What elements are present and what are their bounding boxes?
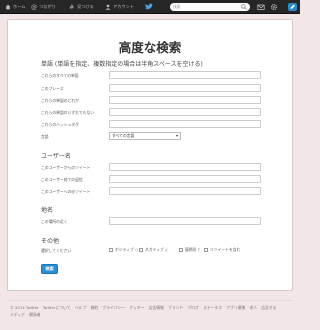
page-title: 高度な検索: [118, 40, 182, 55]
nav-home[interactable]: ホーム: [5, 0, 25, 14]
nav-account[interactable]: アカウント: [105, 0, 134, 14]
section-title-other: その他: [41, 238, 60, 245]
footer-link[interactable]: プライバシー: [102, 305, 125, 310]
positive-checkbox[interactable]: [109, 248, 113, 252]
near-place-input[interactable]: [109, 217, 261, 225]
footer-link[interactable]: 広告する: [261, 305, 276, 310]
option-positive-label: ポジティブ :): [115, 247, 138, 252]
option-negative-label: ネガティブ :(: [145, 247, 168, 252]
footer-link[interactable]: 広告情報: [149, 305, 164, 310]
home-icon: [5, 4, 11, 10]
mention-user-input[interactable]: [109, 187, 261, 195]
section-title-users: ユーザー名: [41, 153, 71, 160]
label-all-words: これらのすべての単語: [41, 73, 79, 78]
footer-link[interactable]: 開発者: [29, 312, 40, 317]
footer-link[interactable]: クッキー: [129, 305, 144, 310]
label-to-user: このユーザー宛ての返信: [41, 177, 83, 182]
label-mention-user: このユーザーへの@ツイート: [41, 189, 91, 194]
retweets-checkbox[interactable]: [204, 248, 208, 252]
option-question-label: 疑問形 ?: [185, 247, 200, 252]
svg-text:@: @: [31, 4, 37, 10]
footer-link[interactable]: メディア: [10, 312, 25, 317]
label-none-words: これらの単語のいずれでもない: [41, 110, 95, 115]
mail-icon[interactable]: [257, 3, 265, 11]
none-words-input[interactable]: [109, 108, 261, 116]
footer-links-row-2: メディア 開発者: [10, 312, 290, 318]
option-positive[interactable]: ポジティブ :): [109, 247, 138, 253]
footer-links-row-1: © 2014 Twitter Twitterについて ヘルプ 規約 プライバシー…: [10, 305, 290, 311]
nav-connect[interactable]: @ つながり: [31, 0, 56, 14]
label-exact-phrase: このフレーズ: [41, 86, 64, 91]
exact-phrase-input[interactable]: [109, 84, 261, 92]
negative-checkbox[interactable]: [139, 248, 143, 252]
label-from-user: このユーザーからのツイート: [41, 165, 91, 170]
search-submit-button[interactable]: 検索: [41, 264, 58, 274]
compose-icon: [290, 4, 295, 9]
label-near-place: この場所の近く: [41, 219, 68, 224]
label-select: 選択してください: [41, 248, 72, 253]
from-user-input[interactable]: [109, 163, 261, 171]
section-title-words: 単語 (単語を指定、複数指定の場合は半角スペースを空ける): [41, 61, 203, 68]
option-question[interactable]: 疑問形 ?: [179, 247, 200, 253]
gear-icon[interactable]: [270, 3, 278, 11]
at-icon: @: [31, 4, 37, 10]
label-hashtags: これらのハッシュタグ: [41, 122, 79, 127]
label-language: 言語: [41, 134, 49, 139]
section-title-place: 地名: [41, 207, 54, 214]
footer-link[interactable]: ブランド: [168, 305, 183, 310]
hashtag-icon: #: [69, 4, 74, 10]
twitter-bird-icon[interactable]: [144, 3, 153, 11]
footer-divider: [7, 300, 293, 301]
nav-discover-label: 見つける: [77, 4, 94, 9]
nav-discover[interactable]: # 見つける: [69, 0, 94, 14]
all-words-input[interactable]: [109, 71, 261, 79]
footer-link[interactable]: ブログ: [187, 305, 198, 310]
search-icon[interactable]: [241, 4, 247, 10]
top-navigation-bar: ホーム @ つながり # 見つける アカウント 検索: [0, 0, 300, 14]
option-retweets-label: リツイートを含む: [210, 247, 241, 252]
hashtags-input[interactable]: [109, 120, 261, 128]
option-negative[interactable]: ネガティブ :(: [139, 247, 168, 253]
footer-link[interactable]: アプリ連携: [226, 305, 245, 310]
footer-link[interactable]: 規約: [90, 305, 98, 310]
footer-link[interactable]: ヘルプ: [75, 305, 86, 310]
to-user-input[interactable]: [109, 175, 261, 183]
question-checkbox[interactable]: [179, 248, 183, 252]
footer-link[interactable]: 求人: [249, 305, 257, 310]
compose-tweet-button[interactable]: [288, 3, 297, 11]
footer-copyright: © 2014 Twitter: [10, 305, 39, 310]
user-icon: [105, 4, 111, 10]
option-retweets[interactable]: リツイートを含む: [204, 247, 240, 253]
language-select[interactable]: すべての言語: [109, 132, 181, 140]
footer-link[interactable]: Twitterについて: [43, 305, 71, 310]
nav-home-label: ホーム: [13, 4, 26, 9]
nav-account-label: アカウント: [113, 4, 134, 9]
footer-link[interactable]: ステータス: [203, 305, 222, 310]
any-words-input[interactable]: [109, 96, 261, 104]
svg-text:#: #: [69, 4, 74, 10]
nav-connect-label: つながり: [39, 4, 56, 9]
search-input[interactable]: 検索: [170, 3, 250, 11]
label-any-words: これらの単語のどれか: [41, 98, 79, 103]
